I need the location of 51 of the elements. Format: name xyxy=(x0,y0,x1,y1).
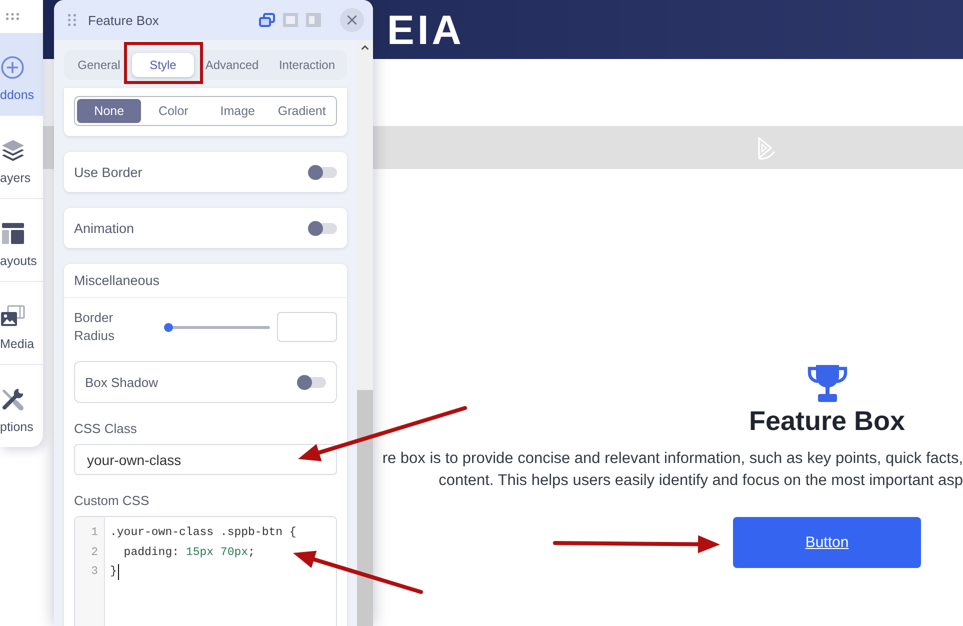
segment-button[interactable]: Image xyxy=(206,99,270,123)
code-line: } xyxy=(110,564,117,580)
segment-button[interactable]: Gradient xyxy=(270,99,334,123)
segment-button[interactable]: Color xyxy=(141,99,206,123)
field-label: Custom CSS xyxy=(74,493,150,509)
code-editor[interactable]: 1 2 3 .your-own-class .sppb-btn { padding: 15px 70px; } xyxy=(74,516,337,626)
plus-circle-icon xyxy=(1,56,24,78)
tab[interactable]: Advanced xyxy=(195,53,269,77)
drag-handle-icon[interactable] xyxy=(68,14,76,26)
setting-label: Animation xyxy=(74,220,134,236)
number-input[interactable] xyxy=(277,312,337,342)
cta-button[interactable]: Button xyxy=(733,517,921,568)
line-number: 2 xyxy=(91,544,99,560)
tab[interactable]: Style xyxy=(132,53,194,77)
toggle-switch[interactable] xyxy=(297,374,326,390)
layout-grid-icon xyxy=(2,222,24,244)
sidebar-item[interactable]: Media xyxy=(0,282,43,365)
code-line: .your-own-class .sppb-btn { xyxy=(110,525,296,541)
setting-label: Use Border xyxy=(74,164,142,180)
site-logo: EIA xyxy=(387,8,464,52)
drag-handle-icon[interactable] xyxy=(6,13,19,20)
close-icon xyxy=(347,15,357,25)
line-number: 3 xyxy=(91,564,99,580)
sidebar-item[interactable]: ayouts xyxy=(0,199,43,282)
feature-title: Feature Box xyxy=(748,405,906,437)
field-label: CSS Class xyxy=(74,421,137,437)
stacked-windows-icon[interactable] xyxy=(259,13,275,27)
scroll-up-icon[interactable] xyxy=(361,45,369,50)
setting-label: Box Shadow xyxy=(85,374,158,390)
sidebar-item[interactable]: ddons xyxy=(0,33,43,116)
triangle-logo-icon xyxy=(757,136,775,160)
section-title: Miscellaneous xyxy=(74,273,160,288)
toggle-switch[interactable] xyxy=(308,164,337,180)
scrollbar-thumb[interactable] xyxy=(357,390,373,626)
field-label: Border Radius xyxy=(74,309,116,345)
wrench-screwdriver-icon xyxy=(1,388,24,410)
close-button[interactable] xyxy=(340,8,364,32)
code-line: padding: 15px 70px; xyxy=(122,544,255,560)
feature-description: re box is to provide concise and relevant information, such as key points, quick facts, content. This helps users easily identify and focus on the most important asp xyxy=(381,449,963,491)
stacked-layers-icon xyxy=(0,138,24,162)
sidebar-item[interactable]: ayers xyxy=(0,116,43,199)
tab[interactable]: General xyxy=(67,53,131,77)
trophy-icon xyxy=(806,365,848,402)
text-input[interactable]: your-own-class xyxy=(74,444,337,475)
segment-button[interactable]: None xyxy=(77,99,142,123)
panel-title: Feature Box xyxy=(88,12,159,28)
toggle-switch[interactable] xyxy=(308,220,337,236)
line-number: 1 xyxy=(91,525,99,541)
sidebar-item[interactable]: ptions xyxy=(0,365,43,447)
tab[interactable]: Interaction xyxy=(270,53,344,77)
slider-thumb[interactable] xyxy=(164,322,173,332)
